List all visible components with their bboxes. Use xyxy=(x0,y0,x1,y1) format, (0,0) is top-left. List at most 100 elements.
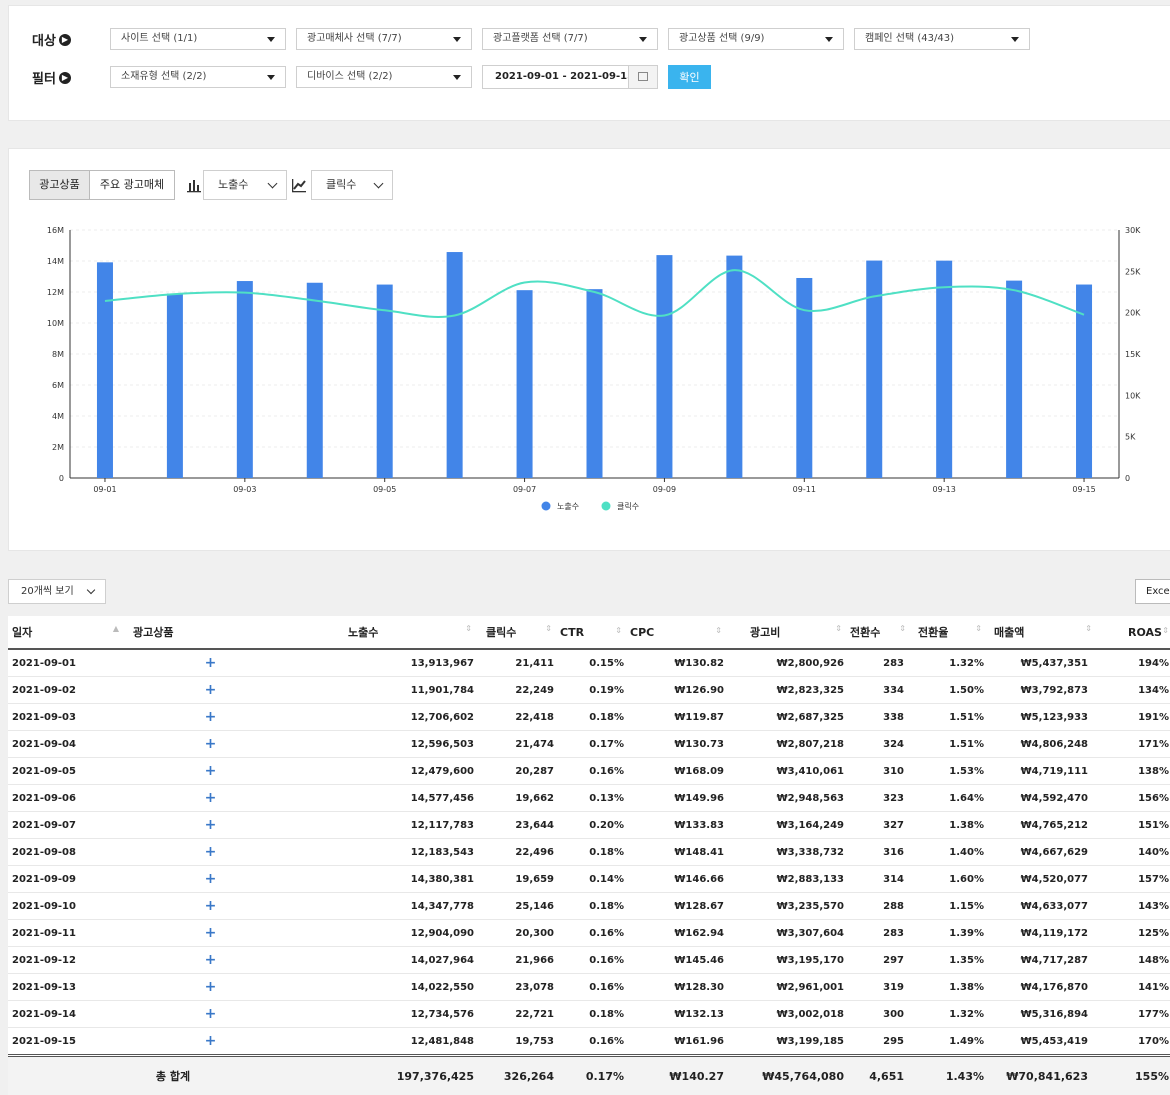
header-date[interactable]: 일자▲ xyxy=(8,616,123,649)
cell-cpc: ₩146.66 xyxy=(628,866,728,893)
header-revenue[interactable]: 매출액⇕ xyxy=(988,616,1098,649)
cell-cpc: ₩133.83 xyxy=(628,812,728,839)
cell-impressions: 12,183,543 xyxy=(298,839,478,866)
cell-impressions: 12,481,848 xyxy=(298,1028,478,1056)
cell-clicks: 21,474 xyxy=(478,731,558,758)
table-row: 2021-09-03+12,706,60222,4180.18%₩119.87₩… xyxy=(8,704,1170,731)
header-impressions-label: 노출수 xyxy=(348,626,378,639)
cell-impressions: 14,027,964 xyxy=(298,947,478,974)
cell-cpc: ₩168.09 xyxy=(628,758,728,785)
cell-conversion-rate: 1.51% xyxy=(908,704,988,731)
header-ctr[interactable]: CTR⇕ xyxy=(558,616,628,649)
header-roas-label: ROAS xyxy=(1128,626,1162,639)
cell-roas: 134% xyxy=(1098,677,1170,704)
cell-ctr: 0.18% xyxy=(558,839,628,866)
header-ad-product[interactable]: 광고상품 xyxy=(123,616,298,649)
header-cpc[interactable]: CPC⇕ xyxy=(628,616,728,649)
cell-impressions: 12,706,602 xyxy=(298,704,478,731)
plus-icon[interactable]: + xyxy=(123,974,298,1001)
header-impressions[interactable]: 노출수 ⇕ xyxy=(298,616,478,649)
header-conversions[interactable]: 전환수⇕ xyxy=(848,616,908,649)
plus-icon[interactable]: + xyxy=(123,812,298,839)
cell-ad-cost: ₩3,002,018 xyxy=(728,1001,848,1028)
plus-icon[interactable]: + xyxy=(123,704,298,731)
cell-clicks: 25,146 xyxy=(478,893,558,920)
sort-icon: ⇕ xyxy=(1085,624,1092,633)
cell-cpc: ₩126.90 xyxy=(628,677,728,704)
plus-icon[interactable]: + xyxy=(123,677,298,704)
y-left-tick-label: 2M xyxy=(52,443,64,452)
cell-clicks: 23,644 xyxy=(478,812,558,839)
cell-impressions: 14,347,778 xyxy=(298,893,478,920)
cell-ad-cost: ₩3,235,570 xyxy=(728,893,848,920)
cell-revenue: ₩4,520,077 xyxy=(988,866,1098,893)
y-left-tick-label: 8M xyxy=(52,350,64,359)
plus-icon[interactable]: + xyxy=(123,1028,298,1056)
cell-ad-cost: ₩3,164,249 xyxy=(728,812,848,839)
plus-icon[interactable]: + xyxy=(123,731,298,758)
header-conversion-rate[interactable]: 전환율⇕ xyxy=(908,616,988,649)
excel-download-button[interactable]: Excel xyxy=(1135,579,1170,604)
y-right-tick-label: 10K xyxy=(1125,391,1141,400)
plus-icon[interactable]: + xyxy=(123,947,298,974)
sort-icon: ⇕ xyxy=(1162,626,1169,635)
total-label: 총 합계 xyxy=(8,1056,298,1095)
plus-icon[interactable]: + xyxy=(123,920,298,947)
table-row: 2021-09-11+12,904,09020,3000.16%₩162.94₩… xyxy=(8,920,1170,947)
total-revenue: ₩70,841,623 xyxy=(988,1056,1098,1095)
legend-impressions-label: 노출수 xyxy=(557,501,579,511)
cell-cpc: ₩128.30 xyxy=(628,974,728,1001)
cell-revenue: ₩4,119,172 xyxy=(988,920,1098,947)
cell-conversions: 338 xyxy=(848,704,908,731)
cell-roas: 141% xyxy=(1098,974,1170,1001)
cell-conversion-rate: 1.15% xyxy=(908,893,988,920)
cell-roas: 143% xyxy=(1098,893,1170,920)
cell-ctr: 0.16% xyxy=(558,1028,628,1056)
table-row: 2021-09-05+12,479,60020,2870.16%₩168.09₩… xyxy=(8,758,1170,785)
plus-icon[interactable]: + xyxy=(123,758,298,785)
bar-impressions xyxy=(237,281,253,478)
chevron-down-icon xyxy=(87,586,95,594)
stats-table: 일자▲ 광고상품 노출수⇕ 클릭수⇕ CTR⇕ CPC⇕ 광고비⇕ 전환수⇕ 전… xyxy=(8,616,1170,1095)
cell-conversion-rate: 1.32% xyxy=(908,649,988,677)
cell-ctr: 0.13% xyxy=(558,785,628,812)
sort-icon: ⇕ xyxy=(545,624,552,633)
y-right-tick-label: 5K xyxy=(1125,433,1136,442)
plus-icon[interactable]: + xyxy=(123,649,298,677)
cell-clicks: 19,662 xyxy=(478,785,558,812)
header-roas[interactable]: ROAS⇕ xyxy=(1098,616,1170,649)
sort-icon: ⇕ xyxy=(465,624,472,633)
cell-impressions: 14,577,456 xyxy=(298,785,478,812)
cell-conversions: 283 xyxy=(848,920,908,947)
header-ctr-label: CTR xyxy=(560,626,584,639)
plus-icon[interactable]: + xyxy=(123,893,298,920)
cell-ctr: 0.20% xyxy=(558,812,628,839)
cell-ad-cost: ₩3,195,170 xyxy=(728,947,848,974)
plus-icon[interactable]: + xyxy=(123,785,298,812)
cell-revenue: ₩3,792,873 xyxy=(988,677,1098,704)
cell-date: 2021-09-09 xyxy=(8,866,123,893)
plus-icon[interactable]: + xyxy=(123,866,298,893)
table-row: 2021-09-14+12,734,57622,7210.18%₩132.13₩… xyxy=(8,1001,1170,1028)
cell-ctr: 0.19% xyxy=(558,677,628,704)
x-tick-label: 09-13 xyxy=(933,485,956,494)
y-right-tick-label: 30K xyxy=(1125,226,1141,235)
table-row: 2021-09-06+14,577,45619,6620.13%₩149.96₩… xyxy=(8,785,1170,812)
table-row: 2021-09-08+12,183,54322,4960.18%₩148.41₩… xyxy=(8,839,1170,866)
plus-icon[interactable]: + xyxy=(123,839,298,866)
cell-clicks: 20,300 xyxy=(478,920,558,947)
cell-cpc: ₩130.73 xyxy=(628,731,728,758)
table-row: 2021-09-10+14,347,77825,1460.18%₩128.67₩… xyxy=(8,893,1170,920)
cell-cpc: ₩148.41 xyxy=(628,839,728,866)
plus-icon[interactable]: + xyxy=(123,1001,298,1028)
cell-ad-cost: ₩2,883,133 xyxy=(728,866,848,893)
header-clicks[interactable]: 클릭수 ⇕ xyxy=(478,616,558,649)
cell-ctr: 0.16% xyxy=(558,920,628,947)
cell-revenue: ₩4,592,470 xyxy=(988,785,1098,812)
header-ad-cost[interactable]: 광고비⇕ xyxy=(728,616,848,649)
cell-ad-cost: ₩2,800,926 xyxy=(728,649,848,677)
bar-impressions xyxy=(377,285,393,478)
page-size-select[interactable]: 20개씩 보기 xyxy=(8,579,106,604)
header-clicks-label: 클릭수 xyxy=(486,626,516,639)
cell-roas: 151% xyxy=(1098,812,1170,839)
